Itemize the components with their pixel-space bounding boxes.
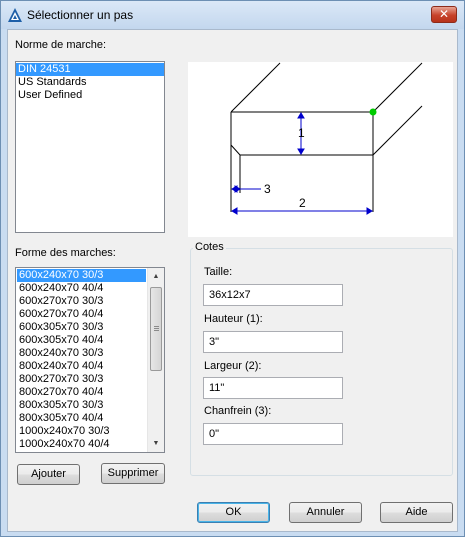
list-item[interactable]: 800x270x70 30/3 <box>17 373 146 386</box>
scroll-down-arrow-icon[interactable]: ▼ <box>148 435 164 452</box>
dialog-client-area: Norme de marche: DIN 24531 US Standards Us… <box>7 29 458 532</box>
forme-list-items: 600x240x70 30/3 600x240x70 40/4 600x270x70… <box>17 269 146 451</box>
chanfrein-label: Chanfrein (3): <box>204 405 272 417</box>
list-item[interactable]: 800x240x70 30/3 <box>17 347 146 360</box>
list-item[interactable]: DIN 24531 <box>16 63 164 76</box>
taille-label: Taille: <box>204 266 233 278</box>
list-item[interactable]: US Standards <box>16 76 164 89</box>
scroll-thumb[interactable] <box>150 287 162 371</box>
list-item[interactable]: 600x240x70 30/3 <box>17 269 146 282</box>
norme-listbox[interactable]: DIN 24531 US Standards User Defined <box>15 61 165 233</box>
list-item[interactable]: 1000x240x70 40/4 <box>17 438 146 451</box>
norme-label: Norme de marche: <box>15 39 107 51</box>
hauteur-field[interactable]: 3" <box>203 331 343 353</box>
grip-marker <box>369 108 377 116</box>
largeur-label: Largeur (2): <box>204 360 262 372</box>
annuler-button[interactable]: Annuler <box>289 502 362 523</box>
list-item[interactable]: 800x270x70 40/4 <box>17 386 146 399</box>
title-bar[interactable]: Sélectionner un pas ✕ <box>1 1 464 29</box>
list-item[interactable]: 600x270x70 40/4 <box>17 308 146 321</box>
largeur-field[interactable]: 11" <box>203 377 343 399</box>
dim-label-3: 3 <box>264 182 271 196</box>
close-icon: ✕ <box>438 7 450 21</box>
forme-label: Forme des marches: <box>15 247 116 259</box>
supprimer-button[interactable]: Supprimer <box>101 463 165 484</box>
list-item[interactable]: User Defined <box>16 89 164 102</box>
thumb-grip <box>154 326 159 327</box>
list-item[interactable]: 1000x240x70 30/3 <box>17 425 146 438</box>
dim-label-2: 2 <box>299 196 306 210</box>
list-item[interactable]: 800x240x70 40/4 <box>17 360 146 373</box>
hauteur-label: Hauteur (1): <box>204 313 263 325</box>
list-item[interactable]: 600x305x70 30/3 <box>17 321 146 334</box>
dialog-window: Sélectionner un pas ✕ Norme de marche: D… <box>0 0 465 537</box>
window-title: Sélectionner un pas <box>27 8 134 22</box>
chanfrein-field[interactable]: 0" <box>203 423 343 445</box>
list-item[interactable]: 800x305x70 30/3 <box>17 399 146 412</box>
list-item[interactable]: 800x305x70 40/4 <box>17 412 146 425</box>
scroll-up-arrow-icon[interactable]: ▲ <box>148 268 164 285</box>
ok-button[interactable]: OK <box>197 502 270 523</box>
thumb-grip <box>154 330 159 331</box>
cotes-legend: Cotes <box>193 241 226 253</box>
list-item[interactable]: 600x305x70 40/4 <box>17 334 146 347</box>
aide-button[interactable]: Aide <box>380 502 453 523</box>
forme-scrollbar[interactable]: ▲ ▼ <box>147 268 164 452</box>
forme-listbox[interactable]: 600x240x70 30/3 600x240x70 40/4 600x270x70… <box>15 267 165 453</box>
close-button[interactable]: ✕ <box>431 6 457 23</box>
ajouter-button[interactable]: Ajouter <box>17 464 80 485</box>
thumb-grip <box>154 328 159 329</box>
step-outline <box>230 62 423 212</box>
taille-field[interactable]: 36x12x7 <box>203 284 343 306</box>
step-diagram: 1 3 2 <box>188 62 453 237</box>
dim-label-1: 1 <box>298 126 305 140</box>
list-item[interactable]: 600x270x70 30/3 <box>17 295 146 308</box>
autocad-app-icon <box>8 8 22 22</box>
list-item[interactable]: 600x240x70 40/4 <box>17 282 146 295</box>
